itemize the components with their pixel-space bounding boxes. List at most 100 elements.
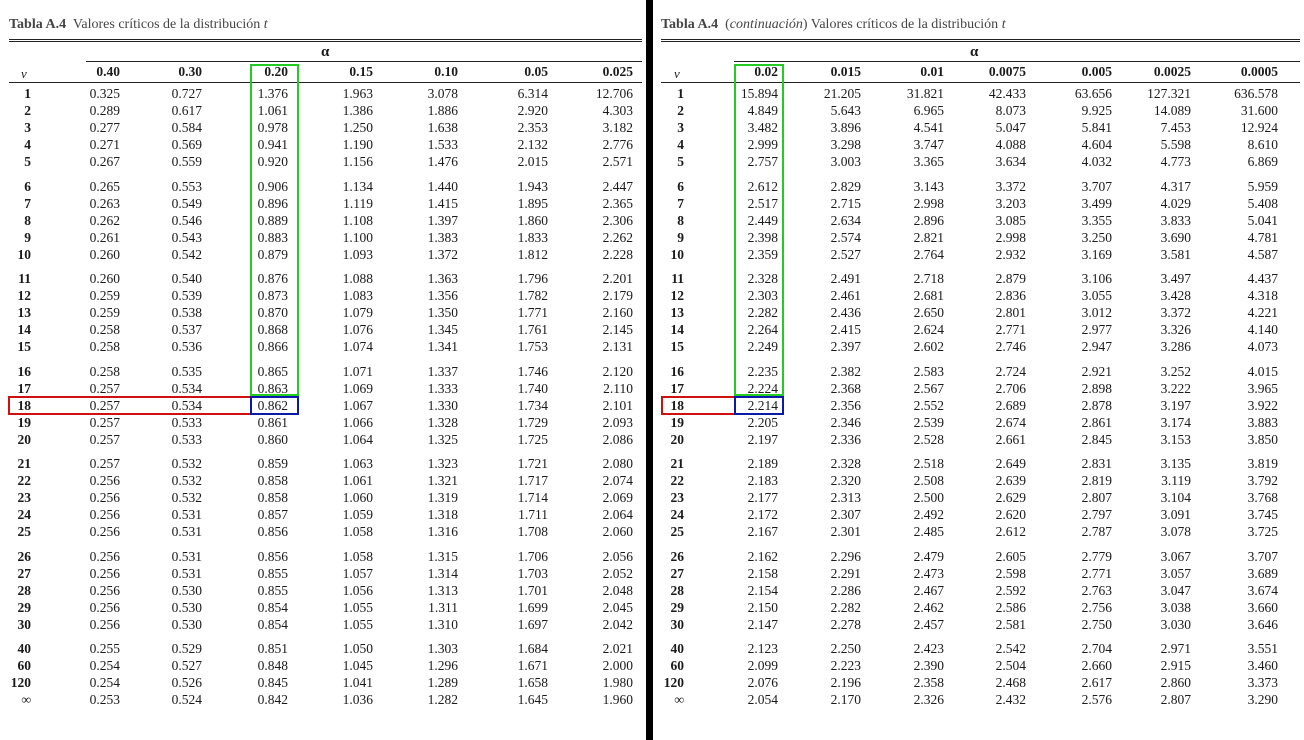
critical-value-cell: 0.856	[257, 524, 288, 540]
critical-value-cell: 2.358	[913, 675, 944, 691]
critical-value-cell: 1.057	[342, 565, 373, 581]
degrees-of-freedom-cell: 1	[24, 86, 31, 101]
critical-value-cell: 0.536	[171, 339, 202, 355]
critical-value-cell: 2.706	[995, 380, 1026, 396]
degrees-of-freedom-cell: 21	[17, 456, 32, 471]
critical-value-cell: 2.592	[995, 582, 1026, 598]
critical-value-cell: 0.257	[89, 414, 120, 430]
critical-value-cell: 3.250	[1081, 229, 1112, 245]
critical-value-cell: 1.729	[517, 414, 548, 430]
critical-value-cell: 0.254	[89, 675, 120, 691]
critical-value-cell: 2.467	[913, 582, 944, 598]
critical-value-cell: 3.057	[1160, 565, 1191, 581]
critical-value-cell: 0.531	[171, 507, 202, 523]
critical-value-cell: 0.883	[257, 229, 288, 245]
critical-value-cell: 2.947	[1081, 339, 1112, 355]
critical-value-cell: 0.527	[171, 658, 202, 674]
critical-value-cell: 0.535	[171, 363, 202, 379]
degrees-of-freedom-cell: 17	[17, 380, 32, 396]
critical-value-cell: 2.170	[830, 692, 861, 708]
critical-value-cell: 14.089	[1153, 103, 1191, 119]
critical-value-cell: 1.943	[517, 178, 548, 194]
critical-value-cell: 2.235	[747, 363, 778, 379]
critical-value-cell: 1.330	[427, 397, 458, 413]
critical-value-cell: 0.584	[171, 120, 202, 136]
critical-value-cell: 3.222	[1160, 380, 1191, 396]
degrees-of-freedom-cell: 23	[670, 490, 685, 506]
critical-value-cell: 0.617	[171, 103, 202, 119]
degrees-of-freedom-cell: 27	[670, 565, 685, 581]
critical-value-cell: 2.196	[830, 675, 861, 691]
table-row: 29 2.150 2.282 2.462 2.586 2.756 3.038 3.660	[656, 600, 1304, 617]
critical-value-cell: 2.771	[995, 322, 1026, 338]
degrees-of-freedom-cell: 24	[17, 507, 32, 523]
degrees-of-freedom-cell: 40	[670, 641, 685, 656]
critical-value-cell: 1.093	[342, 246, 373, 262]
critical-value-cell: 2.860	[1160, 675, 1191, 691]
table-row: 21 2.189 2.328 2.518 2.649 2.831 3.135 3.819	[656, 456, 1304, 473]
critical-value-cell: 1.083	[342, 288, 373, 304]
critical-value-cell: 0.261	[89, 229, 120, 245]
degrees-of-freedom-cell: 5	[24, 154, 31, 170]
critical-value-cell: 3.674	[1247, 582, 1278, 598]
critical-value-cell: 0.856	[257, 548, 288, 564]
critical-value-cell: 0.873	[257, 288, 288, 304]
critical-value-cell: 0.855	[257, 582, 288, 598]
critical-value-cell: 2.145	[602, 322, 633, 338]
critical-value-cell: 3.078	[1160, 524, 1191, 540]
critical-value-cell: 4.773	[1160, 154, 1191, 170]
critical-value-cell: 2.971	[1160, 641, 1191, 656]
critical-value-cell: 0.896	[257, 195, 288, 211]
critical-value-cell: 0.533	[171, 414, 202, 430]
critical-value-cell: 1.058	[342, 548, 373, 564]
critical-value-cell: 2.797	[1081, 507, 1112, 523]
critical-value-cell: 2.821	[913, 229, 944, 245]
critical-value-cell: 0.255	[89, 641, 120, 656]
critical-value-cell: 0.262	[89, 212, 120, 228]
critical-value-cell: 1.725	[517, 431, 548, 447]
critical-value-cell: 1.316	[427, 524, 458, 540]
table-row: 9 0.261 0.543 0.883 1.100 1.383 1.833 2.262	[0, 230, 646, 247]
critical-value-cell: 2.365	[602, 195, 633, 211]
critical-value-cell: 5.408	[1247, 195, 1278, 211]
critical-value-cell: 2.542	[995, 641, 1026, 656]
critical-value-cell: 1.319	[427, 490, 458, 506]
critical-value-cell: 2.639	[995, 473, 1026, 489]
table-row: 40 0.255 0.529 0.851 1.050 1.303 1.684 2.021	[0, 641, 646, 658]
critical-value-cell: 2.527	[830, 246, 861, 262]
critical-value-cell: 2.313	[830, 490, 861, 506]
critical-value-cell: 2.539	[913, 414, 944, 430]
table-row: 12 2.303 2.461 2.681 2.836 3.055 3.428 4.318	[656, 288, 1304, 305]
table-row: 25 2.167 2.301 2.485 2.612 2.787 3.078 3.725	[656, 524, 1304, 541]
critical-value-cell: 1.313	[427, 582, 458, 598]
critical-value-cell: 2.398	[747, 229, 778, 245]
critical-value-cell: 3.106	[1081, 271, 1112, 286]
critical-value-cell: 3.298	[830, 137, 861, 153]
critical-value-cell: 1.311	[428, 599, 458, 615]
critical-value-cell: 0.256	[89, 565, 120, 581]
critical-value-cell: 1.980	[602, 675, 633, 691]
critical-value-cell: 31.821	[906, 86, 944, 101]
critical-value-cell: 0.865	[257, 363, 288, 379]
critical-value-cell: 1.356	[427, 288, 458, 304]
critical-value-cell: 2.336	[830, 431, 861, 447]
critical-value-cell: 1.645	[517, 692, 548, 708]
critical-value-cell: 3.660	[1247, 599, 1278, 615]
critical-value-cell: 5.598	[1160, 137, 1191, 153]
critical-value-cell: 0.260	[89, 246, 120, 262]
critical-value-cell: 0.920	[257, 154, 288, 170]
degrees-of-freedom-cell: 28	[670, 582, 685, 598]
critical-value-cell: 2.201	[602, 271, 633, 286]
critical-value-cell: 2.576	[1081, 692, 1112, 708]
critical-value-cell: 1.350	[427, 305, 458, 321]
critical-value-cell: 2.436	[830, 305, 861, 321]
critical-value-cell: 2.167	[747, 524, 778, 540]
critical-value-cell: 1.050	[342, 641, 373, 656]
degrees-of-freedom-cell: 2	[677, 103, 684, 119]
critical-value-cell: 0.569	[171, 137, 202, 153]
degrees-of-freedom-cell: 22	[17, 473, 32, 489]
critical-value-cell: 0.289	[89, 103, 120, 119]
critical-value-cell: 2.836	[995, 288, 1026, 304]
critical-value-cell: 1.833	[517, 229, 548, 245]
critical-value-cell: 0.529	[171, 641, 202, 656]
